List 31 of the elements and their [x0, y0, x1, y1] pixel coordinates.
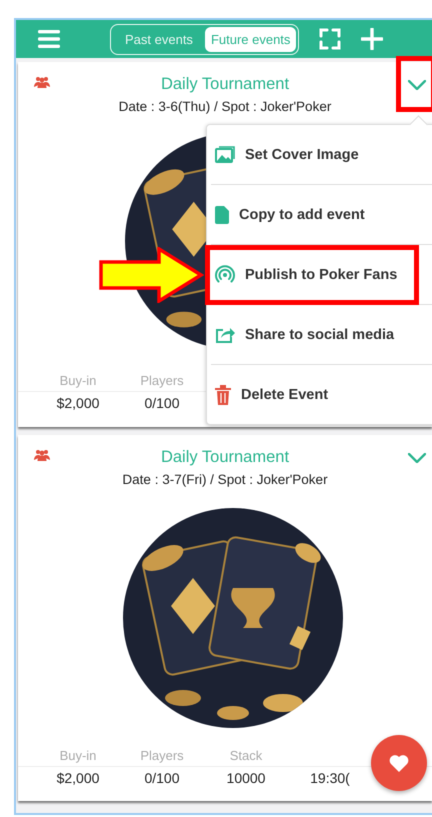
- stat-label: Buy-in: [60, 373, 96, 388]
- event-details: Date : 3-7(Fri) / Spot : Joker'Poker: [121, 472, 329, 487]
- event-title: Daily Tournament: [160, 446, 290, 466]
- stat-value: $2,000: [56, 770, 100, 786]
- stat-value: $2,000: [56, 395, 100, 411]
- document-icon: [215, 206, 229, 224]
- menu-item[interactable]: Set Cover Image: [211, 125, 432, 184]
- heart-icon: [389, 754, 409, 772]
- stat-value: 19:30(: [310, 770, 350, 786]
- stat-value: 0/100: [144, 395, 180, 411]
- menu-item[interactable]: Copy to add event: [211, 185, 432, 244]
- fullscreen-icon[interactable]: [319, 28, 342, 50]
- stat-label: Players: [140, 373, 184, 388]
- share-icon: [215, 326, 235, 344]
- group-icon: [34, 76, 50, 88]
- stat-value: 10000: [226, 770, 266, 786]
- stat-label: Stack: [230, 748, 262, 763]
- plus-icon[interactable]: [361, 28, 384, 50]
- stat-label: Players: [140, 748, 184, 763]
- menu-icon[interactable]: [38, 30, 60, 48]
- stat-label: Buy-in: [60, 748, 96, 763]
- event-title: Daily Tournament: [160, 74, 290, 94]
- menu-item[interactable]: Share to social media: [211, 305, 432, 364]
- broadcast-icon: [215, 264, 235, 284]
- group-icon: [34, 449, 50, 461]
- menu-item[interactable]: Publish to Poker Fans: [211, 245, 432, 304]
- image-icon: [215, 146, 235, 164]
- event-details: Date : 3-6(Thu) / Spot : Joker'Poker: [118, 99, 332, 114]
- menu-item[interactable]: Delete Event: [211, 365, 432, 424]
- stat-value: 0/100: [144, 770, 180, 786]
- trash-icon: [215, 384, 231, 404]
